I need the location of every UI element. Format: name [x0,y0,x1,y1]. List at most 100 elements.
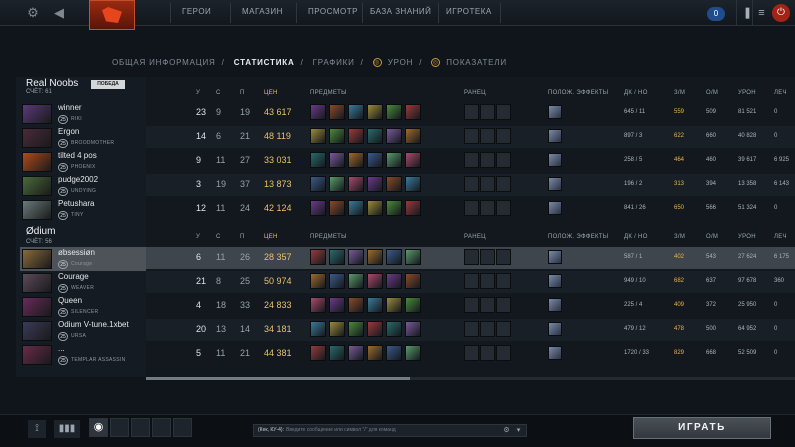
column-header-backpack[interactable]: РАНЕЦ [464,234,486,240]
settings-icon[interactable]: ⚙ [502,426,511,435]
column-header-gpm[interactable]: З/М [674,90,685,96]
backpack-slot[interactable] [464,297,479,313]
backpack-slot[interactable] [496,345,511,361]
item-slot-icon[interactable] [348,200,364,216]
backpack-slot[interactable] [480,176,495,192]
item-slot-icon[interactable] [329,321,345,337]
player-card[interactable]: Courage 25 WEAVER [20,271,146,295]
item-slot-icon[interactable] [329,200,345,216]
item-slot-icon[interactable] [310,273,326,289]
horizontal-scrollbar-thumb[interactable] [146,377,410,380]
chat-dropdown-icon[interactable]: ▾ [514,426,523,435]
item-slot-icon[interactable] [386,152,402,168]
party-slot[interactable] [173,418,192,437]
column-header-d[interactable]: С [216,90,221,96]
table-row[interactable]: 3 19 37 13 873 196 / 2 313 394 13 358 6 143 [146,174,795,196]
item-slot-icon[interactable] [367,152,383,168]
item-slot-icon[interactable] [329,128,345,144]
item-slot-icon[interactable] [367,128,383,144]
column-header-damage[interactable]: УРОН [738,90,756,96]
backpack-slot[interactable] [464,345,479,361]
item-slot-icon[interactable] [386,128,402,144]
player-card[interactable]: tilted 4 pos 25 PHOENIX [20,150,146,174]
column-header-lhdn[interactable]: ДК / НО [624,234,648,240]
column-header-heal[interactable]: ЛЕЧ [774,90,787,96]
table-row[interactable]: 12 11 24 42 124 841 / 26 650 566 51 324 0 [146,198,795,220]
column-header-buffs[interactable]: ПОЛОЖ. ЭФФЕКТЫ [548,90,608,96]
party-slot[interactable] [110,418,129,437]
backpack-slot[interactable] [464,249,479,265]
signal-icon[interactable]: ⟟ [28,420,46,438]
item-slot-icon[interactable] [367,321,383,337]
table-row[interactable]: 5 11 21 44 381 1720 / 33 829 668 52 509 0 [146,343,795,365]
column-header-networth[interactable]: ЦЕН [264,90,278,96]
item-slot-icon[interactable] [329,345,345,361]
party-slot[interactable] [131,418,150,437]
item-slot-icon[interactable] [405,273,421,289]
item-slot-icon[interactable] [329,249,345,265]
backpack-slot[interactable] [464,176,479,192]
player-card[interactable]: ... 25 TEMPLAR ASSASSIN [20,343,146,367]
back-arrow-icon[interactable]: ◀ [50,4,68,22]
backpack-slot[interactable] [464,321,479,337]
item-slot-icon[interactable] [310,200,326,216]
item-slot-icon[interactable] [367,104,383,120]
player-card[interactable]: øbsessiøn 25 Courage [20,247,146,271]
column-header-backpack[interactable]: РАНЕЦ [464,90,486,96]
backpack-slot[interactable] [496,249,511,265]
table-row[interactable]: 6 11 26 28 357 587 / 1 402 543 27 624 6 175 [146,247,795,269]
column-header-a[interactable]: П [240,90,245,96]
backpack-slot[interactable] [464,152,479,168]
backpack-slot[interactable] [480,345,495,361]
player-card[interactable]: winner 25 RIKI [20,102,146,126]
item-slot-icon[interactable] [386,297,402,313]
backpack-slot[interactable] [496,104,511,120]
nav-arcade[interactable]: ИГРОТЕКА [446,7,492,16]
tab-overview[interactable]: ОБЩАЯ ИНФОРМАЦИЯ [112,58,216,67]
item-slot-icon[interactable] [405,176,421,192]
item-slot-icon[interactable] [310,345,326,361]
item-slot-icon[interactable] [386,200,402,216]
item-slot-icon[interactable] [348,104,364,120]
backpack-slot[interactable] [496,321,511,337]
tab-graphs[interactable]: ГРАФИКИ [313,58,355,67]
player-card[interactable]: Ergon 25 BROODMOTHER [20,126,146,150]
column-header-d[interactable]: С [216,234,221,240]
item-slot-icon[interactable] [310,152,326,168]
column-header-xpm[interactable]: О/М [706,90,718,96]
backpack-slot[interactable] [496,200,511,216]
chat-input[interactable]: (Кек, КУ-4): Введите сообщение или симво… [253,424,527,437]
column-header-gpm[interactable]: З/М [674,234,685,240]
backpack-slot[interactable] [496,297,511,313]
table-row[interactable]: 9 11 27 33 031 258 / 5 464 460 39 617 6 925 [146,150,795,172]
user-avatar-icon[interactable]: ◉ [89,418,108,437]
item-slot-icon[interactable] [386,176,402,192]
item-slot-icon[interactable] [405,345,421,361]
nav-heroes[interactable]: ГЕРОИ [182,7,211,16]
item-slot-icon[interactable] [405,104,421,120]
settings-gear-icon[interactable]: ⚙ [24,4,42,22]
player-card[interactable]: pudge2002 25 UNDYING [20,174,146,198]
column-header-lhdn[interactable]: ДК / НО [624,90,648,96]
item-slot-icon[interactable] [348,297,364,313]
table-row[interactable]: 14 6 21 48 119 897 / 3 622 660 40 828 0 [146,126,795,148]
backpack-slot[interactable] [496,152,511,168]
play-button[interactable]: ИГРАТЬ [633,417,771,439]
backpack-slot[interactable] [464,200,479,216]
nav-store[interactable]: МАГАЗИН [242,7,283,16]
player-card[interactable]: Petushara 25 TINY [20,198,146,222]
item-slot-icon[interactable] [367,249,383,265]
tab-stats[interactable]: СТАТИСТИКА [234,58,295,67]
item-slot-icon[interactable] [348,321,364,337]
item-slot-icon[interactable] [367,273,383,289]
nav-watch[interactable]: ПРОСМОТР [308,7,358,16]
item-slot-icon[interactable] [367,200,383,216]
item-slot-icon[interactable] [386,345,402,361]
backpack-slot[interactable] [480,249,495,265]
backpack-slot[interactable] [496,128,511,144]
item-slot-icon[interactable] [329,152,345,168]
backpack-slot[interactable] [464,128,479,144]
item-slot-icon[interactable] [405,297,421,313]
column-header-heal[interactable]: ЛЕЧ [774,234,787,240]
tab-indicators[interactable]: ПОКАЗАТЕЛИ [446,58,507,67]
